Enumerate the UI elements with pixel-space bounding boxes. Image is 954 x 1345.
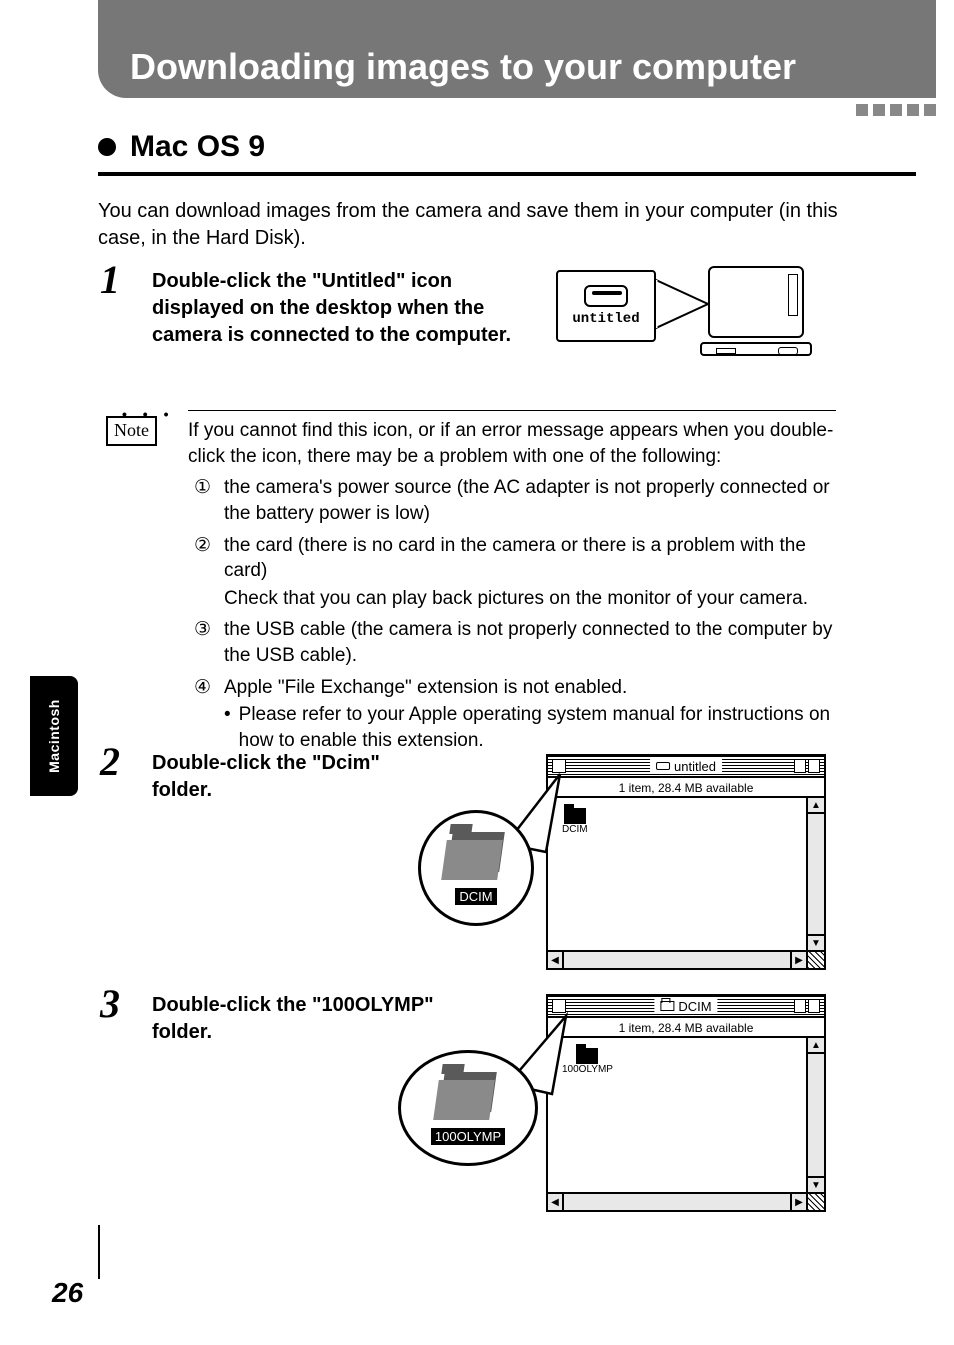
page-number-rule xyxy=(98,1225,100,1279)
note-item-3: ③ the USB cable (the camera is not prope… xyxy=(188,617,848,668)
note-item-1: ① the camera's power source (the AC adap… xyxy=(188,475,848,526)
vertical-scrollbar: ▲▼ xyxy=(806,798,824,950)
circled-3-icon: ③ xyxy=(194,617,214,668)
page-number: 26 xyxy=(52,1277,83,1309)
finder-title-text: untitled xyxy=(674,759,716,774)
callout-dcim: DCIM xyxy=(418,810,534,926)
finder-titlebar: DCIM xyxy=(548,996,824,1018)
note-item-2-text: the card (there is no card in the camera… xyxy=(224,533,848,584)
zoom-collapse-icon xyxy=(794,999,820,1013)
note-item-4-text: Apple "File Exchange" extension is not e… xyxy=(224,675,627,701)
note-item-3-text: the USB cable (the camera is not properl… xyxy=(224,617,848,668)
finder-title: untitled xyxy=(650,759,722,774)
note-label-box: Note xyxy=(106,416,157,446)
circled-1-icon: ① xyxy=(194,475,214,526)
removable-drive-icon xyxy=(584,285,628,307)
finder-title-text: DCIM xyxy=(678,999,711,1014)
vertical-scrollbar: ▲▼ xyxy=(806,1038,824,1192)
section-heading: Mac OS 9 xyxy=(98,130,916,176)
circled-4-icon: ④ xyxy=(194,675,214,701)
close-box-icon xyxy=(552,999,566,1013)
callout-100olymp: 100OLYMP xyxy=(398,1050,538,1166)
section-title: Mac OS 9 xyxy=(130,130,265,164)
circled-2-icon: ② xyxy=(194,533,214,584)
note-item-4: ④ Apple "File Exchange" extension is not… xyxy=(188,675,848,701)
resize-grip-icon xyxy=(806,952,824,968)
resize-grip-icon xyxy=(806,1194,824,1210)
side-tab-label: Macintosh xyxy=(46,699,62,773)
step-1-text: Double-click the "Untitled" icon display… xyxy=(152,268,522,349)
callout-circle: 100OLYMP xyxy=(398,1050,538,1166)
finder-title: DCIM xyxy=(654,999,717,1014)
bullet-icon: • xyxy=(224,702,231,753)
step-3-number: 3 xyxy=(100,980,120,1027)
horizontal-scrollbar: ◀▶ xyxy=(548,1192,824,1210)
disk-icon xyxy=(656,762,670,770)
side-tab-macintosh: Macintosh xyxy=(30,676,78,796)
page-header-title: Downloading images to your computer xyxy=(130,46,796,88)
folder-icon xyxy=(660,1001,674,1011)
step-3-text: Double-click the "100OLYMP" folder. xyxy=(152,992,452,1046)
step-2-number: 2 xyxy=(100,738,120,785)
intro-paragraph: You can download images from the camera … xyxy=(98,198,878,252)
close-box-icon xyxy=(552,759,566,773)
callout-triangle-icon xyxy=(656,276,716,340)
callout-circle: DCIM xyxy=(418,810,534,926)
page-number-text: 26 xyxy=(52,1277,83,1308)
folder-3d-icon xyxy=(436,1072,500,1124)
drive-icon-box: untitled xyxy=(556,270,656,342)
note-rule xyxy=(188,410,836,411)
folder-3d-icon xyxy=(444,832,508,884)
note-item-2-sub: Check that you can play back pictures on… xyxy=(188,586,848,612)
decorative-squares xyxy=(856,104,936,116)
drive-label: untitled xyxy=(572,311,639,327)
figure-desktop-drive: untitled xyxy=(556,270,816,380)
horizontal-scrollbar: ◀▶ xyxy=(548,950,824,968)
monitor-icon xyxy=(708,266,812,364)
zoom-collapse-icon xyxy=(794,759,820,773)
note-body: If you cannot find this icon, or if an e… xyxy=(188,418,848,754)
note-item-1-text: the camera's power source (the AC adapte… xyxy=(224,475,848,526)
note-item-2: ② the card (there is no card in the came… xyxy=(188,533,848,584)
step-1-number: 1 xyxy=(100,256,120,303)
bullet-icon xyxy=(98,138,116,156)
step-2-text: Double-click the "Dcim" folder. xyxy=(152,750,412,804)
note-intro: If you cannot find this icon, or if an e… xyxy=(188,418,848,469)
note-item-4-sub-text: Please refer to your Apple operating sys… xyxy=(239,702,848,753)
note-item-4-sub: • Please refer to your Apple operating s… xyxy=(188,702,848,753)
callout-label: DCIM xyxy=(455,888,496,905)
callout-label: 100OLYMP xyxy=(431,1128,505,1145)
